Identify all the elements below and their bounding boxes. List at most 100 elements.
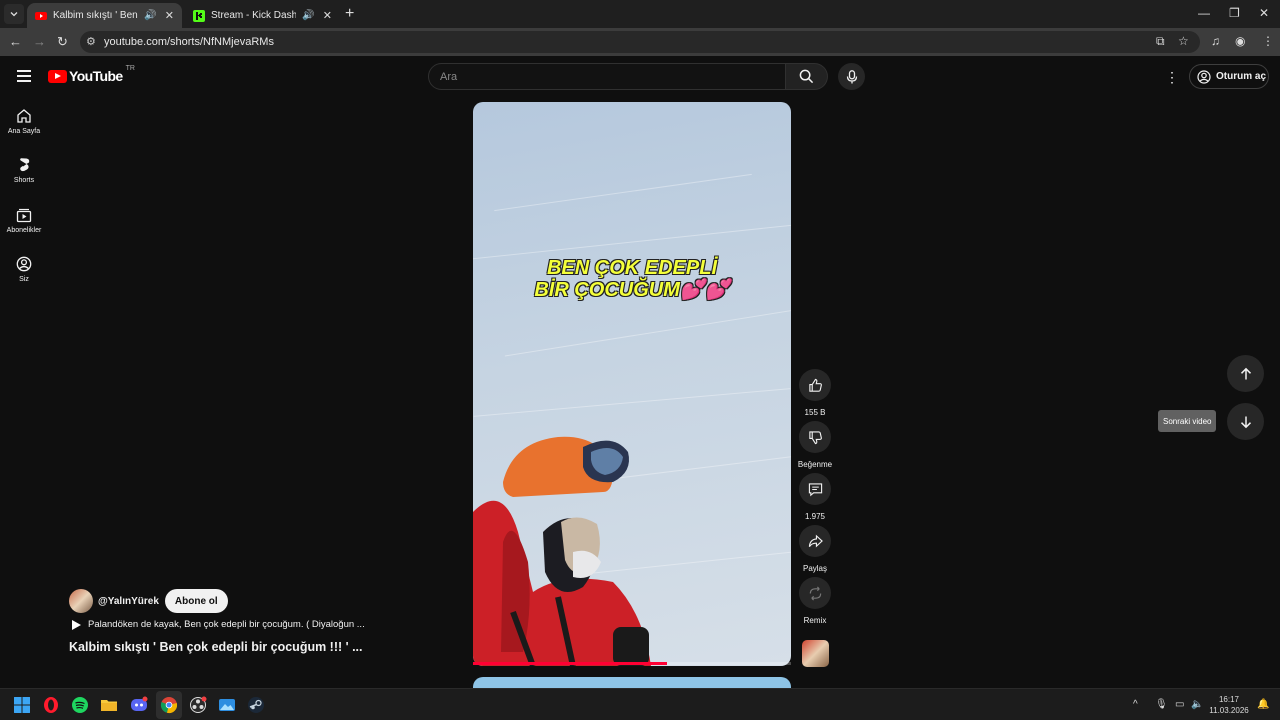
dislike-label: Beğenme (797, 460, 833, 469)
comment-icon (808, 482, 822, 496)
tray-microphone-icon[interactable]: 🎙 (1155, 699, 1168, 710)
system-clock[interactable]: 16:17 11.03.2026 (1206, 694, 1252, 716)
share-action[interactable]: Paylaş (799, 525, 831, 573)
subscribe-button[interactable]: Abone ol (164, 589, 228, 613)
youtube-play-icon (48, 69, 67, 83)
share-button[interactable] (799, 525, 831, 557)
browser-tab-strip: Kalbim sıkıştı ' Ben çok edepli 🔊 ✕ Stre… (0, 0, 1280, 28)
audio-playing-icon[interactable]: 🔊 (144, 10, 156, 21)
sidebar-item-shorts[interactable]: Shorts (0, 157, 48, 184)
signin-button[interactable]: Oturum aç (1189, 64, 1269, 89)
opera-icon[interactable] (42, 696, 60, 714)
comments-action[interactable]: 1.975 (799, 473, 831, 521)
back-arrow-icon[interactable]: ← (9, 34, 22, 49)
sidebar-item-label: Ana Sayfa (7, 128, 41, 135)
restore-button[interactable]: ❐ (1229, 6, 1240, 20)
network-icon[interactable]: ▭ (1175, 699, 1184, 710)
remix-icon (809, 586, 821, 600)
short-video-player[interactable]: BEN ÇOK EDEPLİ BİR ÇOCUĞUM💕💕 (473, 102, 791, 666)
sidebar-item-home[interactable]: Ana Sayfa (0, 108, 48, 135)
audio-playing-icon[interactable]: 🔊 (302, 10, 314, 21)
video-progress-fill (473, 662, 667, 665)
settings-kebab-icon[interactable]: ⋮ (1165, 69, 1179, 86)
media-control-icon[interactable]: ♫ (1211, 34, 1220, 48)
windows-taskbar: ^ 🎙 ▭ 🔈 16:17 11.03.2026 🔔 (0, 688, 1280, 720)
sidebar-item-label: Shorts (13, 177, 35, 184)
video-description[interactable]: Palandöken de kayak, Ben çok edepli bir … (72, 619, 365, 630)
sidebar-item-you[interactable]: Siz (0, 256, 48, 283)
bookmark-star-icon[interactable]: ☆ (1178, 34, 1189, 48)
cast-icon[interactable]: ⧉ (1156, 34, 1165, 49)
address-bar[interactable]: ⚙ youtube.com/shorts/NfNMjevaRMs (80, 31, 1200, 53)
file-explorer-icon[interactable] (100, 696, 118, 714)
video-caption: BEN ÇOK EDEPLİ BİR ÇOCUĞUM💕💕 (534, 257, 730, 301)
tab-kick-dashboard[interactable]: Stream - Kick Dashboard 🔊 ✕ (185, 3, 340, 28)
previous-video-button[interactable] (1227, 355, 1264, 392)
arrow-up-icon (1240, 367, 1251, 379)
country-code: TR (125, 64, 135, 72)
tab-title: Stream - Kick Dashboard (211, 10, 297, 21)
tab-close-icon[interactable]: ✕ (323, 9, 332, 22)
browser-menu-icon[interactable]: ⋮ (1262, 34, 1274, 48)
discord-icon[interactable] (130, 696, 148, 714)
video-progress-bar[interactable] (473, 662, 791, 665)
thumbs-down-icon (808, 430, 822, 444)
description-text: Palandöken de kayak, Ben çok edepli bir … (88, 619, 365, 630)
signin-label: Oturum aç (1216, 71, 1267, 82)
avatar[interactable] (69, 589, 93, 613)
account-icon (1197, 69, 1211, 84)
arrow-down-icon (1240, 416, 1251, 428)
tray-expand-icon[interactable]: ^ (1133, 699, 1138, 710)
tab-search-button[interactable] (4, 4, 24, 24)
windows-start-icon[interactable] (13, 696, 31, 714)
subscriptions-icon (16, 208, 32, 223)
notification-bell-icon[interactable]: 🔔 (1257, 699, 1269, 710)
comment-count: 1.975 (804, 512, 826, 521)
menu-icon[interactable] (17, 70, 31, 82)
youtube-page: YouTube TR Ara ⋮ Oturum aç Ana Sayfa Sho… (0, 56, 1280, 689)
new-tab-button[interactable]: + (345, 5, 354, 23)
like-action[interactable]: 155 B (799, 369, 831, 417)
search-input[interactable]: Ara (428, 63, 786, 90)
comments-button[interactable] (799, 473, 831, 505)
share-label: Paylaş (802, 564, 827, 573)
kick-favicon-icon (193, 9, 205, 22)
sidebar-item-label: Siz (19, 276, 29, 283)
close-window-button[interactable]: ✕ (1259, 6, 1269, 20)
chrome-icon[interactable] (160, 696, 178, 714)
clock-date: 11.03.2026 (1209, 706, 1249, 715)
remix-button[interactable] (799, 577, 831, 609)
browser-toolbar: ← → ↻ ⚙ youtube.com/shorts/NfNMjevaRMs ⧉… (0, 28, 1280, 56)
tab-title: Kalbim sıkıştı ' Ben çok edepli (53, 10, 138, 21)
search-button[interactable] (786, 63, 828, 90)
channel-name[interactable]: @YalınYürek (98, 596, 159, 607)
profile-icon[interactable]: ◉ (1235, 34, 1245, 48)
tab-youtube[interactable]: Kalbim sıkıştı ' Ben çok edepli 🔊 ✕ (27, 3, 182, 28)
sidebar-item-subscriptions[interactable]: Abonelikler (0, 207, 48, 234)
minimize-button[interactable]: — (1198, 6, 1210, 20)
channel-avatar-thumbnail[interactable] (802, 640, 829, 667)
voice-search-button[interactable] (838, 63, 865, 90)
search-placeholder: Ara (440, 71, 458, 83)
next-video-button[interactable] (1227, 403, 1264, 440)
site-info-icon[interactable]: ⚙ (86, 35, 96, 48)
next-video-tooltip: Sonraki video (1158, 410, 1217, 432)
like-button[interactable] (799, 369, 831, 401)
youtube-logo[interactable]: YouTube TR (48, 64, 135, 84)
tab-close-icon[interactable]: ✕ (165, 9, 174, 22)
volume-icon[interactable]: 🔈 (1191, 699, 1203, 710)
steam-icon[interactable] (247, 696, 265, 714)
search-icon (799, 69, 814, 84)
share-icon (808, 534, 823, 547)
remix-action[interactable]: Remix (799, 577, 831, 625)
url-text: youtube.com/shorts/NfNMjevaRMs (104, 36, 274, 48)
chevron-down-icon (10, 12, 18, 17)
obs-icon[interactable] (189, 696, 207, 714)
video-title[interactable]: Kalbim sıkıştı ' Ben çok edepli bir çocu… (69, 640, 363, 654)
spotify-icon[interactable] (71, 696, 89, 714)
reload-icon[interactable]: ↻ (57, 34, 68, 50)
dislike-button[interactable] (799, 421, 831, 453)
dislike-action[interactable]: Beğenme (798, 421, 832, 469)
forward-arrow-icon[interactable]: → (33, 34, 46, 49)
photos-icon[interactable] (218, 696, 236, 714)
